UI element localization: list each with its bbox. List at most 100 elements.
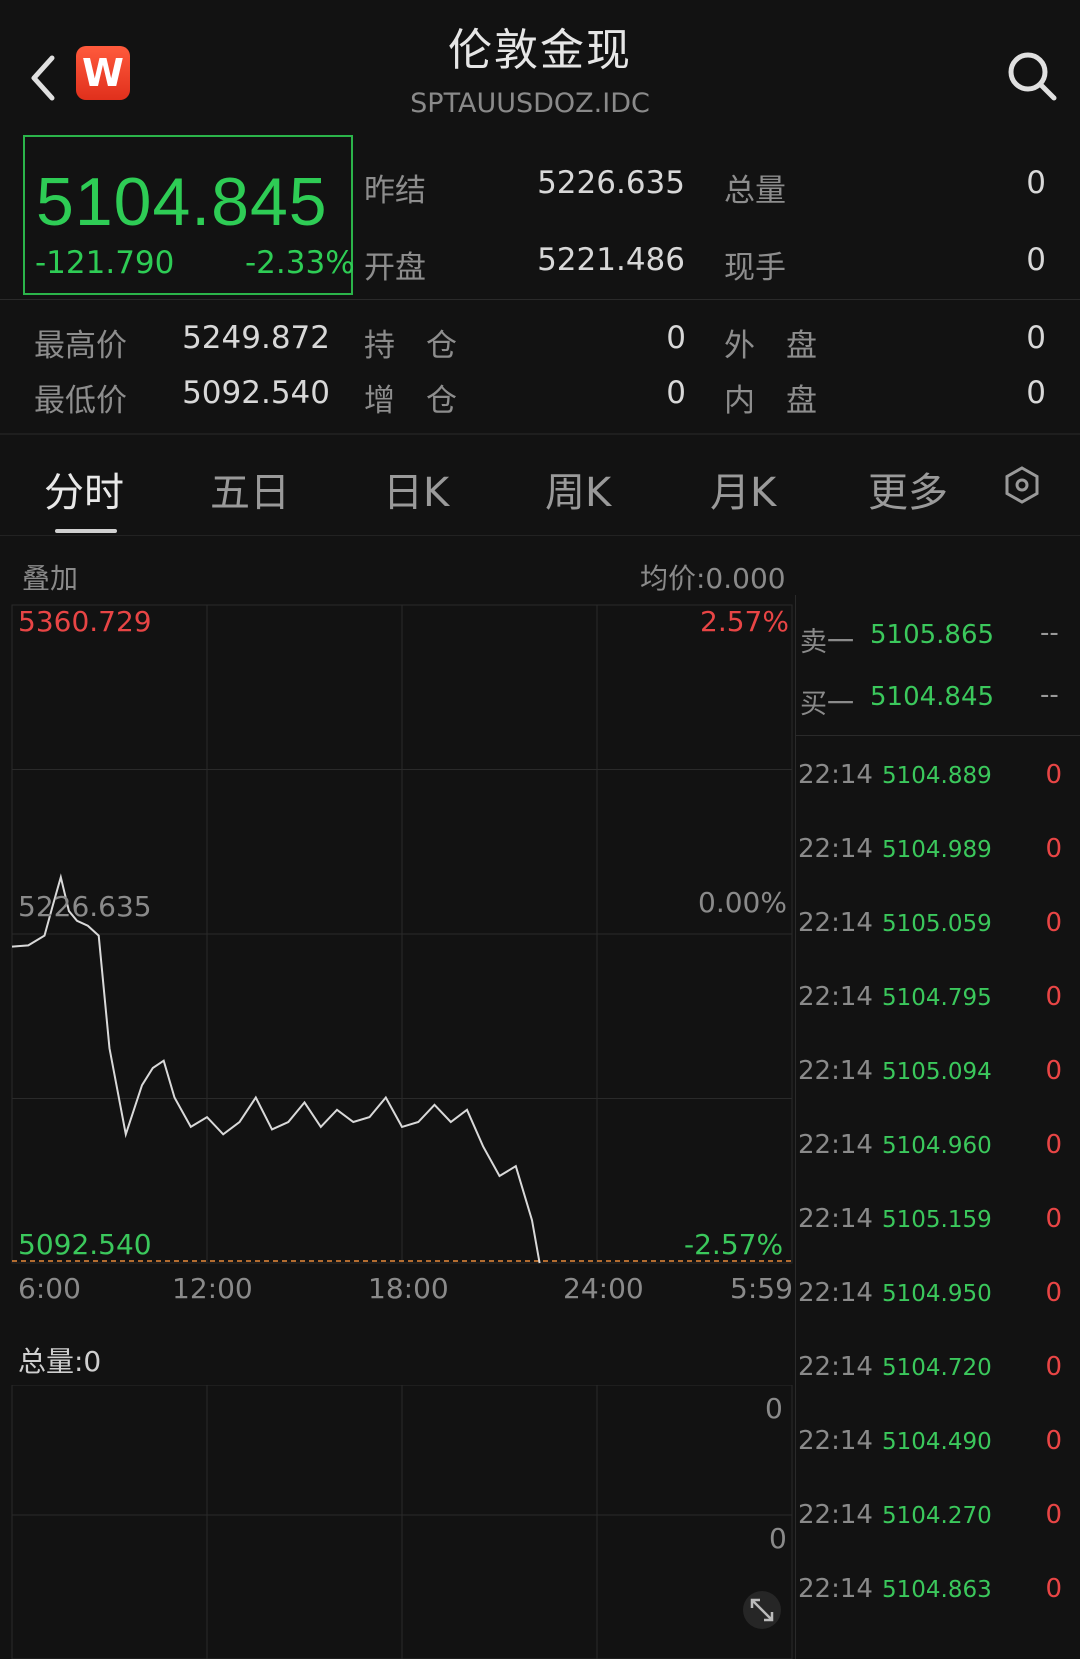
trade-price: 5104.490 (882, 1429, 992, 1455)
stat-value-oi-change: 0 (666, 375, 686, 411)
trade-row: 22:14 5105.159 0 (796, 1204, 1080, 1244)
trade-row: 22:14 5104.270 0 (796, 1500, 1080, 1540)
stat-label-total-volume: 总量 (724, 173, 786, 209)
trade-volume: 0 (1045, 1352, 1062, 1382)
trade-time: 22:14 (798, 908, 873, 938)
trade-time: 22:14 (798, 1500, 873, 1530)
ask-label: 卖一 (800, 627, 854, 658)
stat-value-inner-volume: 0 (1026, 375, 1046, 411)
trade-volume: 0 (1045, 1278, 1062, 1308)
trade-row: 22:14 5104.795 0 (796, 982, 1080, 1022)
active-tab-indicator (55, 529, 117, 533)
stat-value-open: 5221.486 (537, 242, 685, 278)
trade-time: 22:14 (798, 834, 873, 864)
trade-price: 5104.989 (882, 837, 992, 863)
bid-price: 5104.845 (870, 682, 995, 712)
y-axis-top-price: 5360.729 (18, 605, 152, 638)
x-axis-label: 6:00 (18, 1272, 81, 1305)
trade-volume: 0 (1045, 1426, 1062, 1456)
stat-value-prev-settle: 5226.635 (537, 165, 685, 201)
intraday-chart (11, 604, 793, 1264)
x-axis-label: 18:00 (368, 1272, 449, 1305)
trade-price: 5104.889 (882, 763, 992, 789)
trade-time: 22:14 (798, 1352, 873, 1382)
stat-value-outer-volume: 0 (1026, 320, 1046, 356)
trade-row: 22:14 5104.863 0 (796, 1574, 1080, 1614)
x-axis-label: 5:59 (730, 1272, 793, 1305)
trade-time: 22:14 (798, 1130, 873, 1160)
trade-price: 5105.159 (882, 1207, 992, 1233)
ask-quantity: -- (1040, 618, 1059, 648)
average-price: 均价:0.000 (640, 562, 786, 595)
trade-volume: 0 (1045, 834, 1062, 864)
trade-price: 5104.270 (882, 1503, 992, 1529)
trade-row: 22:14 5104.950 0 (796, 1278, 1080, 1318)
overlay-button[interactable]: 叠加 (22, 557, 78, 597)
trade-time: 22:14 (798, 1278, 873, 1308)
divider (0, 433, 1080, 435)
stat-value-low: 5092.540 (182, 375, 330, 411)
trade-row: 22:14 5104.490 0 (796, 1426, 1080, 1466)
y-axis-mid-percent: 0.00% (698, 886, 787, 919)
last-price: 5104.845 (36, 164, 328, 240)
trade-row: 22:14 5104.889 0 (796, 760, 1080, 800)
stat-label-oi-change: 增 仓 (364, 383, 457, 419)
trade-price: 5105.059 (882, 911, 992, 937)
stat-value-current-lots: 0 (1026, 242, 1046, 278)
y-axis-top-percent: 2.57% (700, 605, 789, 638)
trade-time: 22:14 (798, 1056, 873, 1086)
ask-price: 5105.865 (870, 620, 995, 650)
y-axis-bottom-price: 5092.540 (18, 1228, 152, 1261)
trade-price: 5104.795 (882, 985, 992, 1011)
stat-label-high: 最高价 (34, 328, 127, 364)
trade-time: 22:14 (798, 1574, 873, 1604)
divider (0, 299, 1080, 300)
trade-time: 22:14 (798, 1204, 873, 1234)
search-icon[interactable] (1004, 48, 1060, 104)
trade-price: 5105.094 (882, 1059, 992, 1085)
trade-volume: 0 (1045, 1574, 1062, 1604)
trade-price: 5104.950 (882, 1281, 992, 1307)
trade-row: 22:14 5104.989 0 (796, 834, 1080, 874)
tab-daily-k[interactable]: 日K (383, 460, 449, 518)
trade-volume: 0 (1045, 1130, 1062, 1160)
price-change-percent: -2.33% (245, 245, 355, 281)
volume-chart (11, 1385, 793, 1659)
tab-monthly-k[interactable]: 月K (710, 460, 776, 518)
expand-icon[interactable] (742, 1590, 782, 1630)
trade-row: 22:14 5105.094 0 (796, 1056, 1080, 1096)
stat-label-open-interest: 持 仓 (364, 328, 457, 364)
symbol-code: SPTAUUSDOZ.IDC (410, 88, 650, 119)
tab-weekly-k[interactable]: 周K (545, 460, 611, 518)
stat-value-open-interest: 0 (666, 320, 686, 356)
stat-label-prev-settle: 昨结 (364, 173, 426, 209)
y-axis-mid-price: 5226.635 (18, 890, 152, 923)
trade-time: 22:14 (798, 1426, 873, 1456)
stat-value-total-volume: 0 (1026, 165, 1046, 201)
trade-price: 5104.960 (882, 1133, 992, 1159)
tab-more[interactable]: 更多 (868, 460, 948, 518)
stat-label-current-lots: 现手 (724, 250, 786, 286)
bid-label: 买一 (800, 689, 854, 720)
trade-volume: 0 (1045, 982, 1062, 1012)
settings-hexagon-icon[interactable] (1002, 465, 1042, 505)
trade-row: 22:14 5105.059 0 (796, 908, 1080, 948)
stat-label-outer-volume: 外 盘 (724, 328, 817, 364)
trade-volume: 0 (1045, 908, 1062, 938)
stat-label-open: 开盘 (364, 250, 426, 286)
price-change: -121.790 (35, 245, 175, 281)
stat-label-inner-volume: 内 盘 (724, 383, 817, 419)
volume-axis-tick: 0 (769, 1522, 787, 1555)
trade-volume: 0 (1045, 1056, 1062, 1086)
bid-quantity: -- (1040, 680, 1059, 710)
tab-five-day[interactable]: 五日 (210, 460, 290, 518)
stat-value-high: 5249.872 (182, 320, 330, 356)
trade-time: 22:14 (798, 982, 873, 1012)
stat-label-low: 最低价 (34, 383, 127, 419)
x-axis-label: 24:00 (563, 1272, 644, 1305)
trade-row: 22:14 5104.720 0 (796, 1352, 1080, 1392)
volume-axis-tick: 0 (765, 1392, 783, 1425)
tab-intraday[interactable]: 分时 (44, 460, 124, 518)
trade-time: 22:14 (798, 760, 873, 790)
y-axis-bottom-percent: -2.57% (684, 1228, 784, 1261)
